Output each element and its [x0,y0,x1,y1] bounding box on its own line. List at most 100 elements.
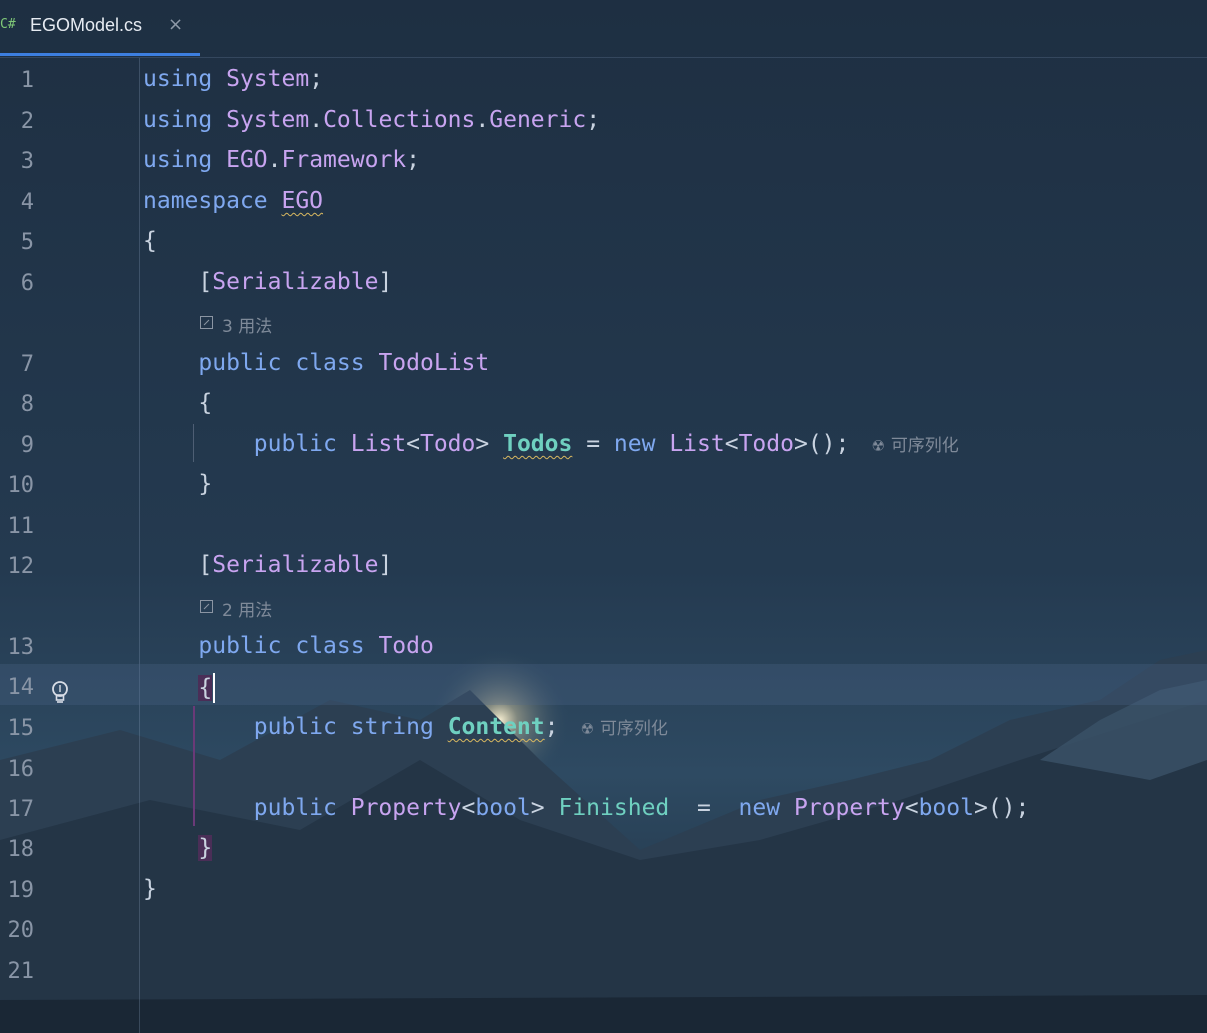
line-number: 9 [20,433,34,458]
punctuation: [ [198,269,213,295]
csharp-file-icon: C# [0,17,16,32]
keyword: public [198,633,282,659]
field-name: Content [447,714,545,740]
keyword: using [143,107,213,133]
field-name: Todos [503,431,573,457]
code-line-9: 9 public List<Todo> Todos = new List<Tod… [0,425,1207,465]
brace: } [143,876,157,902]
serializable-hint[interactable]: ☢ 可序列化 [580,719,667,739]
punctuation: ; [406,147,420,173]
line-number: 21 [7,959,35,984]
line-number: 8 [20,392,34,417]
type-name: Todo [738,431,794,457]
code-line-6: 6 [Serializable] [0,263,1207,303]
unity-serialize-icon: ☢ [871,437,885,455]
code-line-5: 5 { [0,222,1207,262]
usages-count: 3 用法 [222,317,273,337]
code-line-2: 2 using System.Collections.Generic; [0,101,1207,141]
punctuation: ; [586,107,601,133]
punctuation: >(); [793,431,850,457]
namespace-ref: System [226,107,310,133]
serializable-hint[interactable]: ☢ 可序列化 [871,436,958,456]
class-name: TodoList [378,350,490,376]
punctuation: > [475,431,490,457]
punctuation: < [461,795,476,821]
punctuation: ; [309,66,324,92]
code-line-15: 15 public string Content; ☢ 可序列化 [0,708,1207,748]
keyword: public [253,714,337,740]
punctuation: ; [544,714,559,740]
keyword: public [253,431,337,457]
serializable-hint-text: 可序列化 [599,719,668,739]
namespace-ref: Generic [489,107,587,133]
unity-serialize-icon: ☢ [580,720,594,738]
attribute: Serializable [212,269,379,295]
line-number: 14 [7,675,35,700]
line-number: 3 [20,149,34,174]
keyword: namespace [143,188,268,214]
editor-tab-bar: C# EGOModel.cs × [0,0,1207,58]
type-name: Property [793,795,905,821]
line-number: 17 [7,797,35,822]
type-name: Property [350,795,462,821]
line-number: 6 [20,271,34,296]
goto-usages-icon [200,316,213,329]
line-number: 15 [7,716,35,741]
punctuation: . [267,147,282,173]
code-line-4: 4 namespace EGO [0,182,1207,222]
code-line-12: 12 [Serializable] [0,546,1207,586]
code-line-21: 21 [0,951,1207,991]
usages-code-lens[interactable]: 2 用法 [200,588,500,628]
attribute: Serializable [212,552,379,578]
operator: = [696,795,711,821]
type-name: Todo [419,431,476,457]
line-number: 16 [7,757,35,782]
tab-file-name: EGOModel.cs [30,15,143,35]
line-number: 18 [7,837,35,862]
line-number: 19 [7,878,35,903]
line-number: 7 [20,352,34,377]
keyword: using [143,66,213,92]
keyword: class [295,633,365,659]
usages-code-lens[interactable]: 3 用法 [200,304,500,344]
text-caret [213,673,216,703]
namespace-name: EGO [281,188,324,214]
tab-egomodel-cs[interactable]: C# EGOModel.cs × [0,0,200,57]
code-editor[interactable]: 1 using System; 2 using System.Collectio… [0,58,1207,1033]
operator: = [586,431,601,457]
type-name: List [350,431,407,457]
type-name: List [669,431,725,457]
close-icon[interactable]: × [168,14,183,35]
brace-matched: { [198,674,213,701]
code-line-7: 7 public class TodoList [0,344,1207,384]
usages-count: 2 用法 [222,601,273,621]
line-number: 5 [20,230,34,255]
punctuation: < [904,795,919,821]
namespace-ref: Collections [323,107,476,133]
brace: { [143,228,157,254]
punctuation: < [724,431,739,457]
keyword: bool [475,795,531,821]
punctuation: . [475,107,490,133]
code-line-3: 3 using EGO.Framework; [0,141,1207,181]
brace-matched: } [198,835,213,861]
code-line-19: 19 } [0,870,1207,910]
punctuation: >(); [973,795,1030,821]
code-line-14: 14 { [0,667,1207,707]
code-line-13: 13 public class Todo [0,627,1207,667]
line-number: 4 [20,190,34,215]
field-name: Finished [558,795,670,821]
line-number: 13 [7,635,35,660]
keyword: public [198,350,282,376]
keyword: using [143,147,213,173]
punctuation: ] [378,552,393,578]
code-line-16: 16 [0,749,1207,789]
active-tab-indicator [0,53,200,56]
line-number: 20 [7,918,35,943]
line-number: 1 [20,68,34,93]
punctuation: [ [198,552,213,578]
punctuation: ] [378,269,393,295]
keyword: new [613,431,656,457]
keyword: new [738,795,781,821]
code-line-20: 20 [0,910,1207,950]
